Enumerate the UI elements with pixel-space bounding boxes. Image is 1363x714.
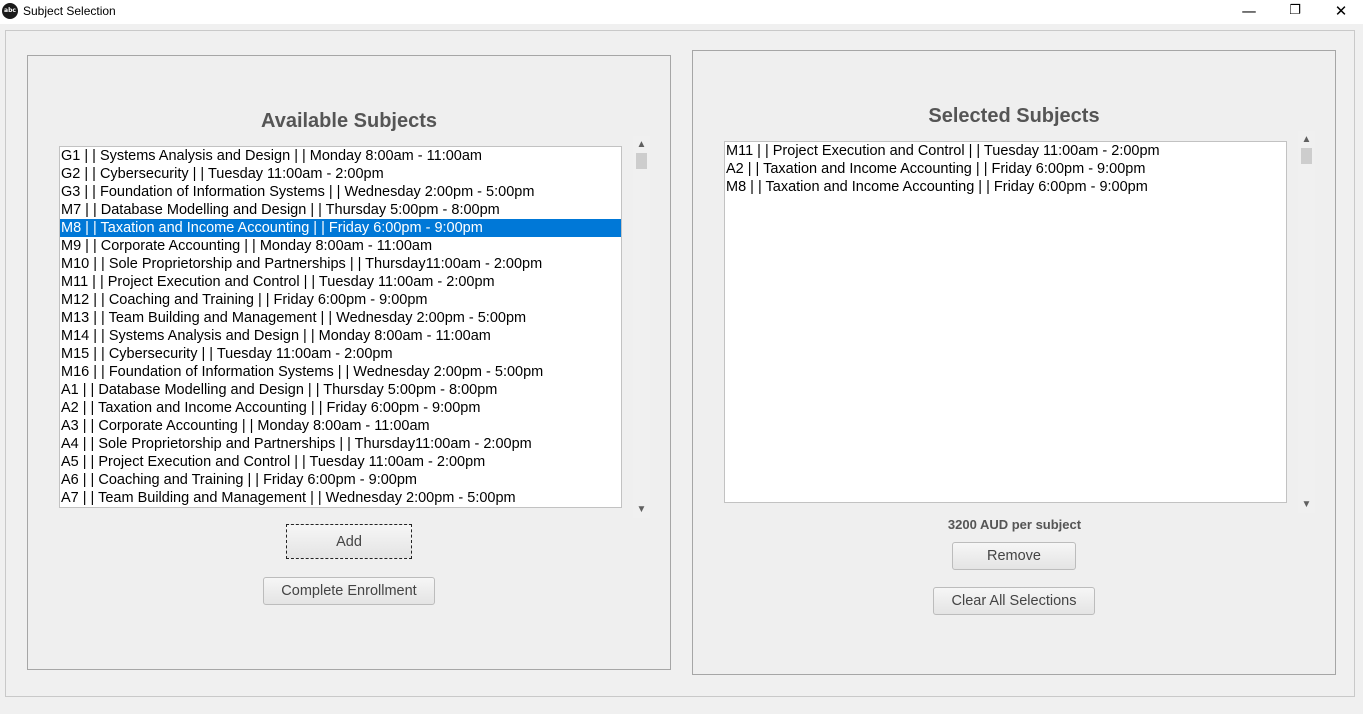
list-item[interactable]: M12 | | Coaching and Training | | Friday… [60, 291, 621, 309]
list-item[interactable]: M13 | | Team Building and Management | |… [60, 309, 621, 327]
available-subjects-list[interactable]: G1 | | Systems Analysis and Design | | M… [59, 146, 622, 508]
list-item[interactable]: A4 | | Sole Proprietorship and Partnersh… [60, 435, 621, 453]
remove-button[interactable]: Remove [952, 542, 1076, 570]
list-item[interactable]: M8 | | Taxation and Income Accounting | … [725, 178, 1286, 196]
clear-all-selections-button[interactable]: Clear All Selections [933, 587, 1095, 615]
available-list-scrollbar[interactable]: ▲ ▼ [633, 136, 650, 518]
list-item[interactable]: M9 | | Corporate Accounting | | Monday 8… [60, 237, 621, 255]
available-subjects-heading: Available Subjects [261, 110, 437, 132]
list-item[interactable]: M14 | | Systems Analysis and Design | | … [60, 327, 621, 345]
list-item[interactable]: A1 | | Database Modelling and Design | |… [60, 381, 621, 399]
list-item[interactable]: M11 | | Project Execution and Control | … [60, 273, 621, 291]
scroll-thumb[interactable] [636, 153, 647, 169]
scroll-down-icon[interactable]: ▼ [633, 501, 650, 518]
scroll-up-icon[interactable]: ▲ [1298, 131, 1315, 148]
list-item[interactable]: A5 | | Project Execution and Control | |… [60, 453, 621, 471]
list-item[interactable]: A6 | | Coaching and Training | | Friday … [60, 471, 621, 489]
scroll-thumb[interactable] [1301, 148, 1312, 164]
window-title: Subject Selection [23, 4, 116, 18]
selected-list-scrollbar[interactable]: ▲ ▼ [1298, 131, 1315, 513]
selected-subjects-list[interactable]: M11 | | Project Execution and Control | … [724, 141, 1287, 503]
app-icon: abc [2, 3, 18, 19]
maximize-button[interactable]: ❐ [1272, 0, 1318, 24]
scroll-up-icon[interactable]: ▲ [633, 136, 650, 153]
list-item[interactable]: A2 | | Taxation and Income Accounting | … [725, 160, 1286, 178]
title-bar: abc Subject Selection — ❐ ✕ [0, 0, 1363, 24]
list-item[interactable]: M15 | | Cybersecurity | | Tuesday 11:00a… [60, 345, 621, 363]
list-item[interactable]: G2 | | Cybersecurity | | Tuesday 11:00am… [60, 165, 621, 183]
list-item[interactable]: M11 | | Project Execution and Control | … [725, 142, 1286, 160]
list-item[interactable]: M7 | | Database Modelling and Design | |… [60, 201, 621, 219]
list-item[interactable]: M8 | | Taxation and Income Accounting | … [60, 219, 621, 237]
selected-subjects-heading: Selected Subjects [928, 105, 1100, 127]
list-item[interactable]: M10 | | Sole Proprietorship and Partners… [60, 255, 621, 273]
list-item[interactable]: A7 | | Team Building and Management | | … [60, 489, 621, 507]
scroll-down-icon[interactable]: ▼ [1298, 496, 1315, 513]
list-item[interactable]: A3 | | Corporate Accounting | | Monday 8… [60, 417, 621, 435]
minimize-button[interactable]: — [1226, 0, 1272, 24]
complete-enrollment-button[interactable]: Complete Enrollment [263, 577, 435, 605]
list-item[interactable]: G3 | | Foundation of Information Systems… [60, 183, 621, 201]
list-item[interactable]: G1 | | Systems Analysis and Design | | M… [60, 147, 621, 165]
list-item[interactable]: A2 | | Taxation and Income Accounting | … [60, 399, 621, 417]
add-button[interactable]: Add [286, 524, 412, 559]
price-note: 3200 AUD per subject [947, 517, 1082, 532]
close-button[interactable]: ✕ [1318, 0, 1363, 24]
list-item[interactable]: M16 | | Foundation of Information System… [60, 363, 621, 381]
